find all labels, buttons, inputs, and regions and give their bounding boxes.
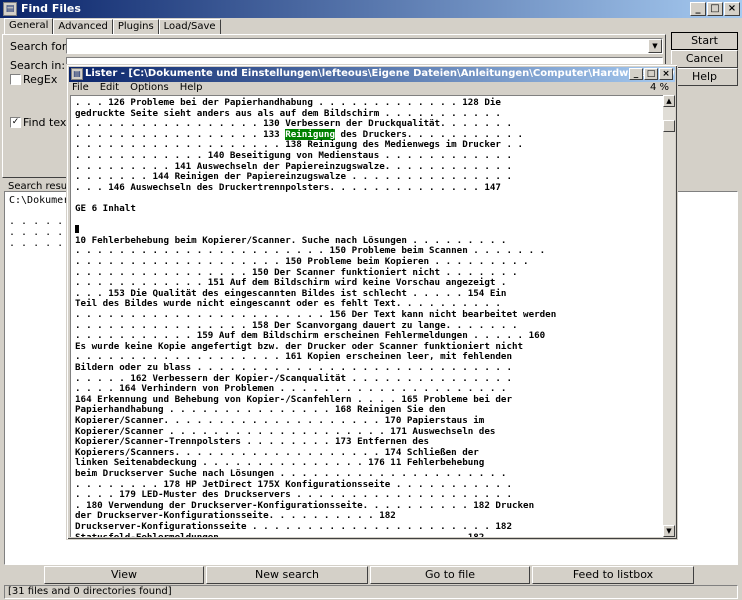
menu-help[interactable]: Help	[180, 82, 203, 93]
lister-text-line: Kopierers/Scanners. . . . . . . . . . . …	[75, 446, 479, 458]
regex-checkbox[interactable]	[10, 74, 21, 85]
find-text-checkbox[interactable]: ✓	[10, 117, 21, 128]
scroll-down-icon[interactable]: ▼	[663, 525, 675, 537]
lister-text-line: Teil des Bildes wurde nicht eingescannt …	[75, 298, 501, 310]
list-item[interactable]: . . . . .	[9, 238, 63, 249]
list-item[interactable]: C:\Dokumer	[9, 195, 69, 206]
feed-to-listbox-button[interactable]: Feed to listbox	[532, 566, 694, 584]
menu-file[interactable]: File	[72, 82, 89, 93]
lister-close-button[interactable]: ×	[659, 68, 673, 80]
lister-text-line: . . . . 179 LED-Muster des Druckservers …	[75, 489, 512, 501]
lister-text-line: Druckserver-Konfigurationsseite . . . . …	[75, 521, 512, 532]
lister-window: ▤ Lister - [C:\Dokumente und Einstellung…	[66, 64, 678, 540]
bottom-button-bar: View New search Go to file Feed to listb…	[0, 566, 742, 584]
lister-text-line: . . . . . . . . . . . . . . . . . . . 13…	[75, 139, 524, 151]
tab-plugins[interactable]: Plugins	[112, 19, 159, 35]
lister-text-line: . . . . 164 Verhindern von Problemen . .…	[75, 383, 507, 395]
lister-text-line: . . . 146 Auswechseln des Druckertrennpo…	[75, 181, 501, 193]
menu-options[interactable]: Options	[130, 82, 169, 93]
lister-text-line: Kopierer/Scanner. . . . . . . . . . . . …	[75, 415, 485, 426]
regex-label: RegEx	[23, 73, 58, 86]
lister-text-line: . . . . . . . . . . . . . . . . 150 Der …	[75, 266, 518, 278]
tab-strip: General Advanced Plugins Load/Save	[4, 18, 221, 35]
lister-text-line: Bildern oder zu blass . . . . . . . . . …	[75, 362, 512, 373]
scroll-up-icon[interactable]: ▲	[663, 95, 675, 107]
lister-minimize-button[interactable]: _	[629, 68, 643, 80]
window-title: Find Files	[21, 2, 81, 15]
lister-text-line: GE 6 Inhalt	[75, 203, 136, 214]
lister-text-line: . . . . . . . . 178 HP JetDirect 175X Ko…	[75, 478, 512, 490]
view-button[interactable]: View	[44, 566, 204, 584]
tab-load-save[interactable]: Load/Save	[158, 19, 221, 35]
lister-text-line: Papierhandhabung . . . . . . . . . . . .…	[75, 404, 446, 416]
lister-text-line: Es wurde keine Kopie angefertigt bzw. de…	[75, 340, 524, 352]
find-files-titlebar[interactable]: ▤ Find Files _ □ ×	[0, 0, 742, 18]
lister-text-line: . . . . . . . . . . . . . . . . . . . . …	[75, 309, 557, 320]
lister-text-line: . . . . . . . . . . . . . . . . . . . . …	[75, 245, 546, 257]
search-for-combobox[interactable]: ▼	[66, 38, 663, 54]
tab-advanced[interactable]: Advanced	[53, 19, 113, 35]
lister-text-line: . . . . . . . . . . . . . . . . . 130 Ve…	[75, 118, 512, 130]
lister-text-line: . . . . . . . 144 Reinigen der Papierein…	[75, 171, 512, 183]
cancel-button[interactable]: Cancel	[671, 50, 738, 68]
list-item[interactable]: . . . . .	[9, 227, 63, 238]
scroll-percent: 4 %	[649, 82, 669, 93]
lister-text-line: der Druckserver-Konfigurationsseite. . .…	[75, 510, 396, 522]
lister-titlebar[interactable]: ▤ Lister - [C:\Dokumente und Einstellung…	[69, 67, 675, 82]
list-item[interactable]: . . . . .	[9, 216, 63, 227]
lister-text-line: . . . . . . . . . . . . . . . . . . . 15…	[75, 256, 529, 267]
maximize-button[interactable]: □	[707, 2, 723, 16]
menu-edit[interactable]: Edit	[100, 82, 119, 93]
lister-text-view[interactable]: . . . 126 Probleme bei der Papierhandhab…	[70, 95, 663, 537]
chevron-down-icon[interactable]: ▼	[648, 39, 662, 53]
start-search-button[interactable]: Start search	[671, 32, 738, 63]
minimize-button[interactable]: _	[690, 2, 706, 16]
lister-text-line: Statusfeld-Fehlermeldungen . . . . . . .…	[75, 532, 484, 537]
lister-text-line: gedruckte Seite sieht anders aus als auf…	[75, 107, 501, 119]
lister-text-line: Kopierer/Scanner . . . . . . . . . . . .…	[75, 425, 496, 437]
lister-text-line: . . . . . . . . . . . . 151 Auf dem Bild…	[75, 277, 507, 289]
lister-text-line: 164 Erkennung und Behebung von Kopier-/S…	[75, 393, 512, 405]
lister-text-line: . . . . . . . . . . . . . . . . 158 Der …	[75, 319, 518, 331]
lister-text-line: beim Druckserver Suche nach Lösungen . .…	[75, 468, 507, 479]
new-search-button[interactable]: New search	[206, 566, 368, 584]
lister-text-line: . . . 126 Probleme bei der Papierhandhab…	[75, 97, 501, 108]
search-in-label: Search in:	[10, 59, 66, 72]
lister-text-line: . . . . . . . . . . . 159 Auf dem Bildsc…	[75, 330, 546, 342]
lister-title: Lister - [C:\Dokumente und Einstellungen…	[85, 68, 675, 79]
lister-text-line: . 180 Verwendung der Druckserver-Konfigu…	[75, 499, 535, 511]
go-to-file-button[interactable]: Go to file	[370, 566, 530, 584]
status-bar: [31 files and 0 directories found]	[4, 585, 738, 599]
lister-text-line: . . . . . 162 Verbessern der Kopier-/Sca…	[75, 372, 512, 384]
lister-text-line: . . . . . . . . . . . . . . . . . . . 16…	[75, 351, 512, 363]
lister-vertical-scrollbar[interactable]: ▲ ▼	[663, 95, 675, 537]
lister-text-line: . . . . . . . . . 141 Auswechseln der Pa…	[75, 160, 512, 172]
help-button[interactable]: Help	[671, 68, 738, 86]
find-files-app-icon: ▤	[3, 2, 17, 16]
lister-text-line: linken Seitenabdeckung . . . . . . . . .…	[75, 457, 485, 469]
lister-text-line: 10 Fehlerbehebung beim Kopierer/Scanner.…	[75, 234, 507, 246]
lister-text-line: . . . . . . . . . . . . . . . . . 133 Re…	[75, 128, 524, 140]
lister-maximize-button[interactable]: □	[644, 68, 658, 80]
lister-text-line: . . . . . . . . . . . . 140 Beseitigung …	[75, 150, 512, 161]
text-cursor	[75, 225, 79, 234]
lister-app-icon: ▤	[71, 68, 83, 80]
search-for-label: Search for:	[10, 40, 70, 53]
lister-menubar: File Edit Options Help 4 %	[69, 82, 675, 95]
lister-text-line: . . . 153 Die Qualität des eingescannten…	[75, 287, 507, 299]
close-button[interactable]: ×	[724, 2, 740, 16]
lister-text-line: Kopierer/Scanner-Trennpolsters . . . . .…	[75, 436, 430, 448]
search-highlight: Reinigung	[285, 128, 335, 140]
tab-general[interactable]: General	[4, 18, 54, 35]
scroll-thumb[interactable]	[663, 120, 675, 132]
